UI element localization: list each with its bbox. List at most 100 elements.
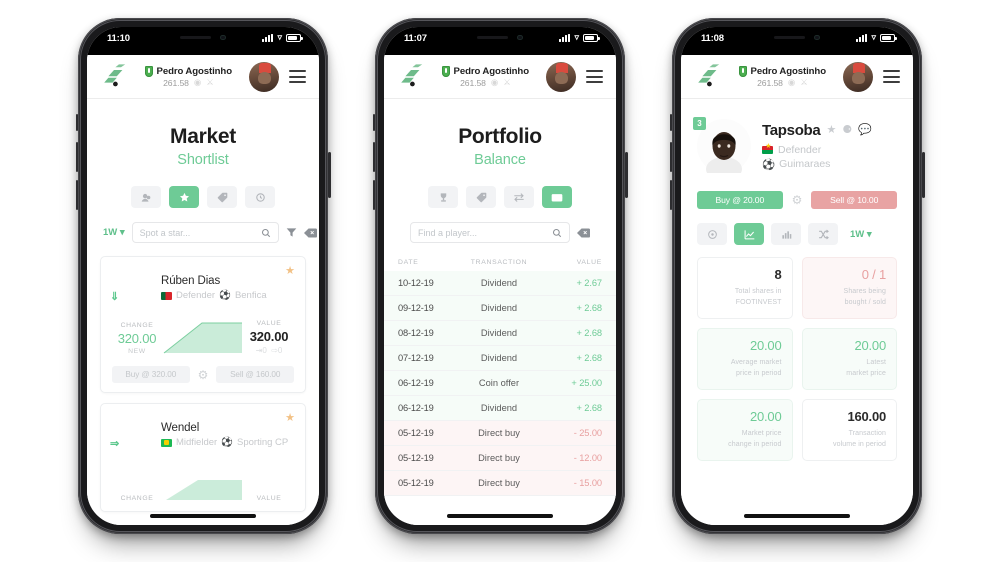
sparkline-chart: [162, 464, 244, 502]
buy-button[interactable]: Buy @ 20.00: [697, 191, 783, 209]
table-row[interactable]: 05-12-19 Direct buy - 12.00: [384, 446, 616, 471]
volume-down-button[interactable]: [372, 180, 375, 210]
table-row[interactable]: 06-12-19 Dividend + 2.68: [384, 396, 616, 421]
menu-button[interactable]: [586, 70, 603, 83]
table-row[interactable]: 09-12-19 Dividend + 2.68: [384, 296, 616, 321]
mute-switch[interactable]: [75, 114, 78, 131]
tab-history[interactable]: [245, 186, 275, 208]
clear-icon[interactable]: [577, 227, 590, 238]
status-indicators: ▿: [559, 33, 600, 42]
table-row[interactable]: 07-12-19 Dividend + 2.68: [384, 346, 616, 371]
search-box[interactable]: [410, 222, 570, 243]
header-user-block[interactable]: Pedro Agostinho 261.58 ◉ ⚔: [134, 65, 243, 88]
sell-button[interactable]: Sell @ 160.00: [216, 366, 295, 383]
cell-value: + 2.68: [576, 403, 602, 413]
flag-icon: [161, 438, 172, 447]
power-button[interactable]: [922, 152, 925, 198]
stat-card[interactable]: 20.00 Average market price in period: [697, 328, 793, 390]
mute-switch[interactable]: [669, 114, 672, 131]
notch: [157, 27, 249, 48]
stat-label: Shares being bought / sold: [843, 288, 886, 306]
table-row[interactable]: 08-12-19 Dividend + 2.68: [384, 321, 616, 346]
search-input[interactable]: [418, 227, 548, 238]
comment-icon[interactable]: 💬: [858, 124, 872, 136]
star-icon[interactable]: ★: [826, 124, 836, 136]
table-row[interactable]: 06-12-19 Coin offer + 25.00: [384, 371, 616, 396]
column-value: VALUE: [576, 259, 602, 266]
search-icon[interactable]: [261, 228, 271, 238]
volume-up-button[interactable]: [669, 142, 672, 172]
mute-switch[interactable]: [372, 114, 375, 131]
avatar[interactable]: [843, 61, 873, 92]
cell-date: 05-12-19: [398, 428, 434, 438]
period-selector[interactable]: 1W ▾: [850, 229, 872, 240]
header-user-block[interactable]: Pedro Agostinho 261.58 ◉ ⚔: [431, 65, 540, 88]
tab-trophy[interactable]: [428, 186, 458, 208]
clear-icon[interactable]: [303, 227, 317, 238]
volume-down-button[interactable]: [669, 180, 672, 210]
sparkline-chart: [162, 317, 244, 355]
header-user-block[interactable]: Pedro Agostinho 261.58 ◉ ⚔: [728, 65, 837, 88]
avatar[interactable]: [546, 61, 576, 92]
menu-button[interactable]: [883, 70, 900, 83]
avatar[interactable]: [249, 61, 279, 92]
cell-value: + 2.68: [576, 353, 602, 363]
table-row[interactable]: 05-12-19 Direct buy - 15.00: [384, 471, 616, 496]
tab-bar-chart[interactable]: [771, 223, 801, 245]
footinvest-logo[interactable]: [694, 63, 722, 90]
stat-card[interactable]: 160.00 Transaction volume in period: [801, 399, 897, 461]
tab-balance[interactable]: [542, 186, 572, 208]
coins-icon[interactable]: ⚈: [842, 124, 852, 136]
table-row[interactable]: 05-12-19 Direct buy - 25.00: [384, 421, 616, 446]
stat-card[interactable]: 0 / 1 Shares being bought / sold: [801, 257, 897, 319]
search-icon[interactable]: [552, 228, 562, 238]
tab-shuffle[interactable]: [808, 223, 838, 245]
tab-shortlist[interactable]: [169, 186, 199, 208]
sell-button[interactable]: Sell @ 10.00: [811, 191, 898, 209]
tab-tags[interactable]: [207, 186, 237, 208]
tab-tags[interactable]: [466, 186, 496, 208]
user-balance: 261.58: [460, 77, 486, 88]
cell-transaction: Direct buy: [478, 478, 520, 488]
gear-icon[interactable]: ⚙: [198, 369, 209, 381]
cell-value: - 25.00: [573, 428, 602, 438]
cell-date: 09-12-19: [398, 303, 434, 313]
player-name: Tapsoba: [762, 121, 821, 139]
player-card[interactable]: ★: [100, 403, 306, 512]
stat-card[interactable]: 20.00 Latest market price: [801, 328, 897, 390]
tab-squad[interactable]: [131, 186, 161, 208]
power-button[interactable]: [625, 152, 628, 198]
period-selector[interactable]: 1W ▾: [103, 227, 125, 238]
page-title: Market: [170, 125, 236, 148]
filter-icon[interactable]: [286, 227, 297, 238]
power-button[interactable]: [328, 152, 331, 198]
gear-icon[interactable]: ⚙: [792, 194, 803, 206]
favourite-star-icon[interactable]: ★: [285, 413, 295, 424]
volume-up-button[interactable]: [75, 142, 78, 172]
search-input[interactable]: [139, 227, 257, 238]
tab-overview[interactable]: [697, 223, 727, 245]
change-label: CHANGE: [120, 495, 154, 502]
cell-value: + 2.68: [576, 303, 602, 313]
volume-down-button[interactable]: [75, 180, 78, 210]
search-box[interactable]: [131, 222, 279, 243]
footinvest-logo[interactable]: [397, 63, 425, 90]
cell-date: 05-12-19: [398, 478, 434, 488]
player-position: Midfielder: [176, 437, 218, 448]
value-label: VALUE: [256, 495, 282, 502]
stat-card[interactable]: 20.00 Market price change in period: [697, 399, 793, 461]
battery-icon: [880, 33, 897, 42]
table-row[interactable]: 10-12-19 Dividend + 2.67: [384, 271, 616, 296]
player-name: Rúben Dias: [161, 275, 221, 287]
stat-card[interactable]: 8 Total shares in FOOTINVEST: [697, 257, 793, 319]
menu-button[interactable]: [289, 70, 306, 83]
tab-transfers[interactable]: [504, 186, 534, 208]
footinvest-logo[interactable]: [100, 63, 128, 90]
cell-transaction: Direct buy: [478, 453, 520, 463]
buy-button[interactable]: Buy @ 320.00: [112, 366, 190, 383]
favourite-star-icon[interactable]: ★: [285, 266, 295, 277]
tab-line-chart[interactable]: [734, 223, 764, 245]
volume-up-button[interactable]: [372, 142, 375, 172]
player-card[interactable]: ★: [100, 256, 306, 393]
stat-value: 8: [774, 267, 782, 282]
